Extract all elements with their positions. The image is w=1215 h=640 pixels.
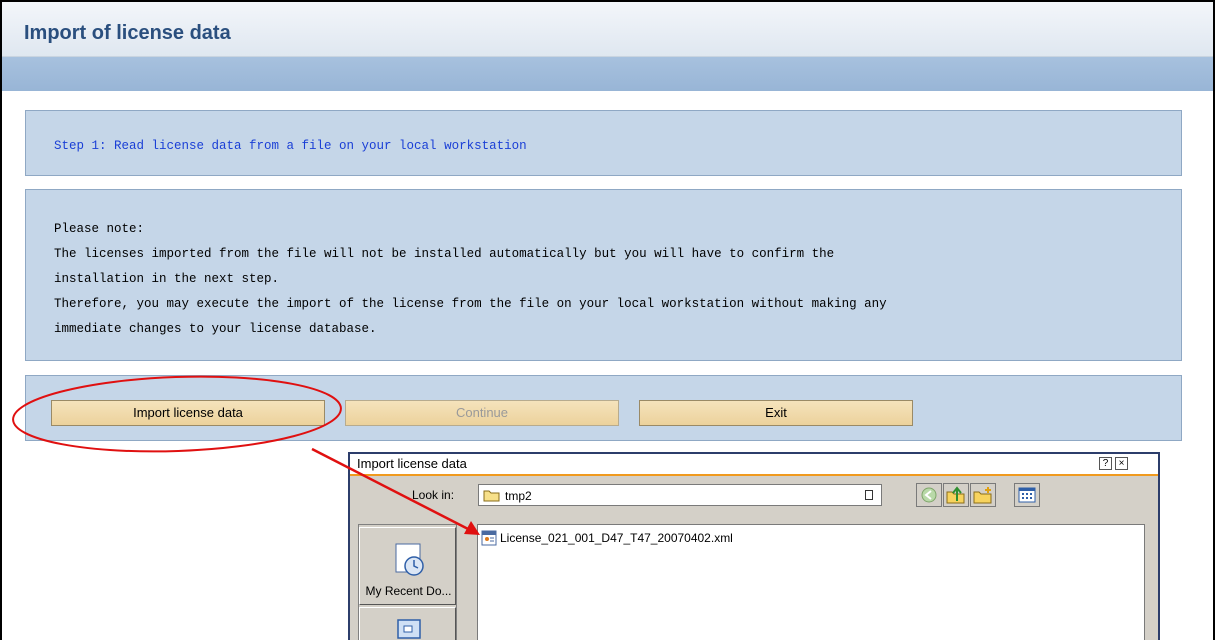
note-line: Therefore, you may execute the import of… [54, 297, 887, 311]
import-license-data-button[interactable]: Import license data [51, 400, 325, 426]
view-menu-button[interactable] [1014, 483, 1040, 507]
close-button[interactable]: × [1115, 457, 1128, 470]
page-title: Import of license data [24, 22, 231, 44]
places-recent-documents[interactable]: My Recent Do... [359, 527, 456, 605]
note-panel: Please note: The licenses imported from … [25, 189, 1182, 361]
back-button[interactable] [916, 483, 942, 507]
application-window: Import of license data Step 1: Read lice… [0, 0, 1215, 640]
dialog-title: Import license data [357, 456, 467, 471]
up-folder-icon [946, 486, 965, 504]
new-folder-button[interactable] [970, 483, 996, 507]
dropdown-arrow-icon[interactable] [865, 490, 873, 500]
page-title-bar: Import of license data [2, 2, 1213, 57]
back-icon [921, 487, 937, 503]
look-in-value: tmp2 [505, 489, 532, 503]
folder-icon [483, 490, 500, 502]
file-name: License_021_001_D47_T47_20070402.xml [500, 531, 733, 545]
look-in-label: Look in: [412, 488, 455, 502]
desktop-icon [397, 619, 421, 639]
note-line: Please note: [54, 222, 145, 236]
note-line: The licenses imported from the file will… [54, 247, 835, 261]
new-folder-icon [973, 487, 992, 504]
look-in-dropdown[interactable]: tmp2 [478, 484, 882, 506]
recent-documents-icon [395, 543, 424, 576]
step-panel: Step 1: Read license data from a file on… [25, 110, 1182, 176]
up-one-level-button[interactable] [943, 483, 969, 507]
exit-button[interactable]: Exit [639, 400, 913, 426]
help-button[interactable]: ? [1099, 457, 1112, 470]
places-bar: My Recent Do... [358, 524, 457, 640]
file-list[interactable]: License_021_001_D47_T47_20070402.xml [477, 524, 1145, 640]
continue-button[interactable]: Continue [345, 400, 619, 426]
places-desktop[interactable] [359, 607, 456, 640]
xml-file-icon [481, 530, 497, 546]
toolbar-band [2, 57, 1213, 91]
dialog-title-bar: Import license data ? × [350, 454, 1158, 476]
file-open-dialog: Import license data ? × Look in: tmp2 My… [348, 452, 1160, 640]
places-recent-label: My Recent Do... [365, 584, 452, 598]
step-text: Step 1: Read license data from a file on… [54, 139, 527, 153]
note-line: immediate changes to your license databa… [54, 322, 377, 336]
note-line: installation in the next step. [54, 272, 280, 286]
view-grid-icon [1018, 487, 1036, 503]
